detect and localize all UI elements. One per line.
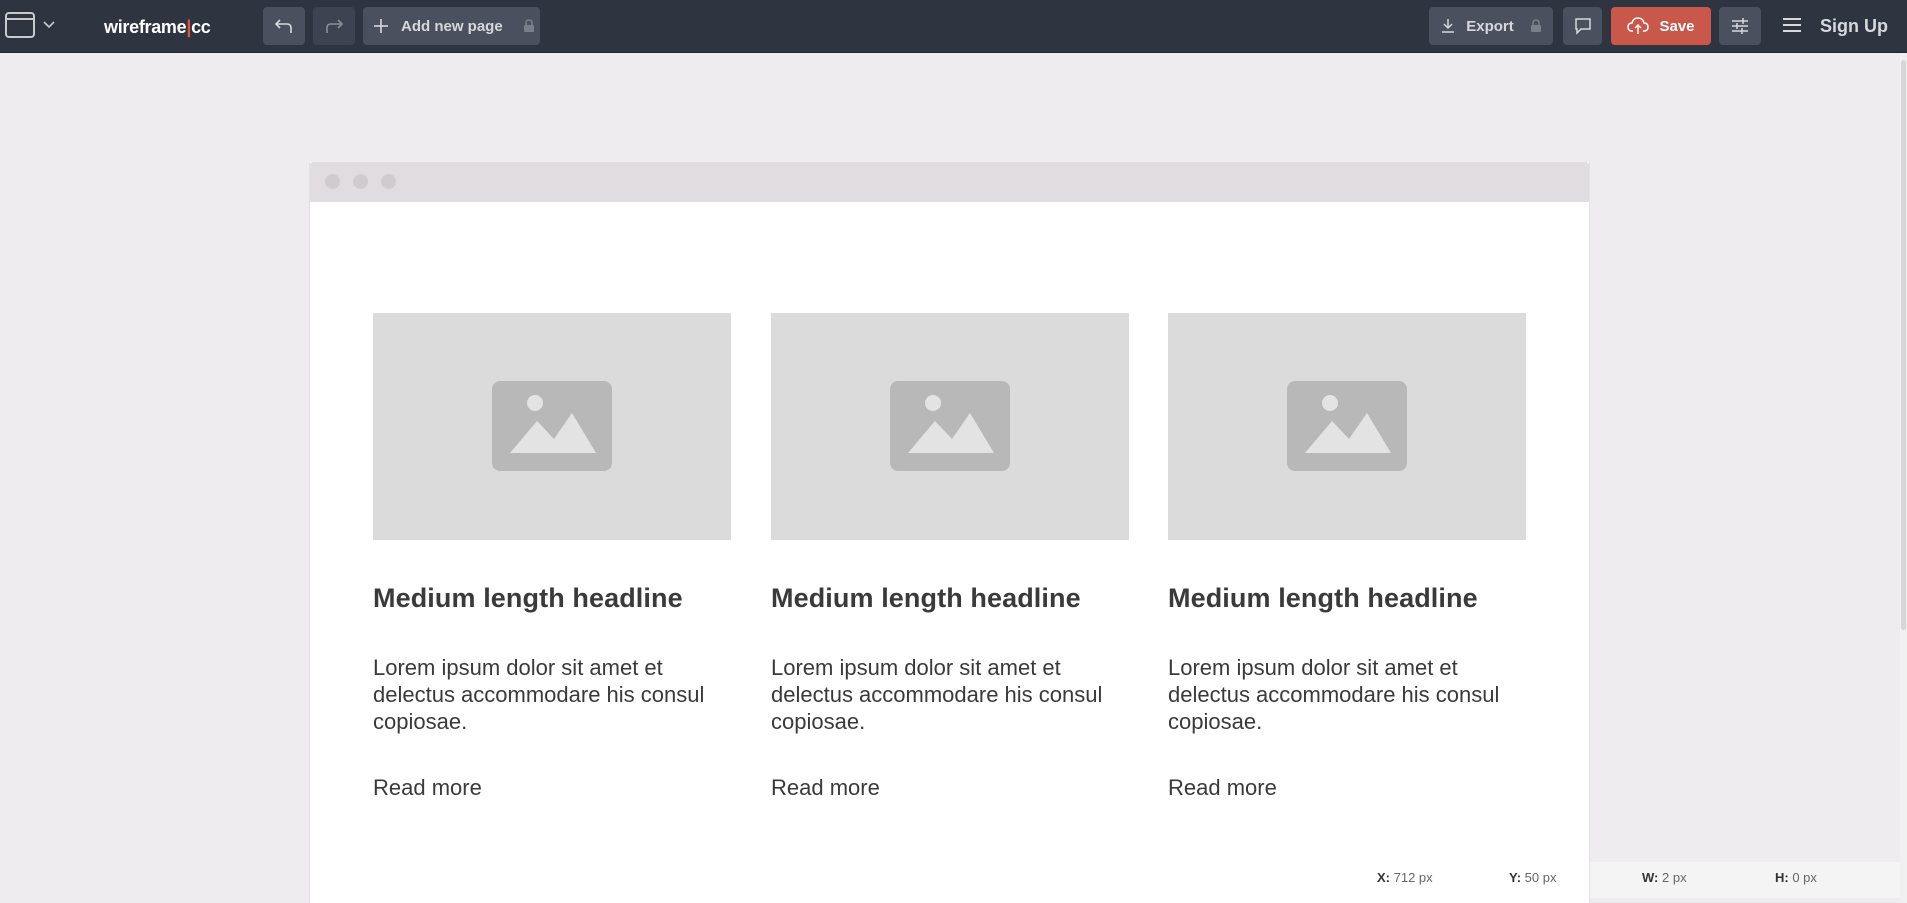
image-icon: [890, 381, 1010, 471]
status-h-value: 0 px: [1792, 870, 1817, 885]
undo-button[interactable]: [263, 7, 305, 45]
card-headline: Medium length headline: [373, 583, 683, 613]
status-x: X: 712 px: [1377, 870, 1433, 885]
app-logo: wireframe|cc: [104, 17, 211, 38]
redo-icon: [326, 19, 344, 33]
image-placeholder[interactable]: [373, 313, 731, 540]
card-body: Lorem ipsum dolor sit amet et delectus a…: [373, 655, 705, 734]
download-icon: [1442, 19, 1455, 33]
undo-icon: [274, 19, 292, 33]
image-placeholder[interactable]: [1168, 313, 1526, 540]
logo-text: wireframe: [104, 17, 187, 37]
sliders-icon: [1732, 18, 1748, 34]
logo-suffix: cc: [191, 17, 211, 37]
status-w: W: 2 px: [1642, 870, 1687, 885]
read-more-link[interactable]: Read more: [373, 775, 731, 801]
window-dot: [381, 174, 396, 189]
card-body: Lorem ipsum dolor sit amet et delectus a…: [771, 655, 1103, 734]
browser-frame[interactable]: Medium length headline Lorem ipsum dolor…: [309, 162, 1590, 903]
redo-button[interactable]: [313, 7, 355, 45]
chevron-down-icon: [43, 21, 55, 29]
save-button[interactable]: Save: [1611, 7, 1711, 45]
scrollbar-thumb[interactable]: [1901, 60, 1906, 630]
browser-frame-titlebar: [310, 162, 1589, 202]
card-headline: Medium length headline: [771, 583, 1081, 613]
card[interactable]: Medium length headline Lorem ipsum dolor…: [1168, 313, 1526, 801]
image-placeholder[interactable]: [771, 313, 1129, 540]
status-y-label: Y:: [1509, 870, 1522, 885]
settings-button[interactable]: [1719, 7, 1761, 45]
sign-up-link[interactable]: Sign Up: [1820, 16, 1888, 37]
cloud-upload-icon: [1627, 17, 1650, 34]
main-menu-button[interactable]: [1782, 16, 1802, 39]
add-new-page-button[interactable]: Add new page: [363, 7, 540, 45]
status-w-label: W:: [1642, 870, 1659, 885]
card-headline: Medium length headline: [1168, 583, 1478, 613]
status-h: H: 0 px: [1775, 870, 1817, 885]
read-more-link[interactable]: Read more: [1168, 775, 1526, 801]
card[interactable]: Medium length headline Lorem ipsum dolor…: [771, 313, 1129, 801]
save-label: Save: [1659, 17, 1695, 35]
status-y: Y: 50 px: [1509, 870, 1556, 885]
window-dot: [325, 174, 340, 189]
status-y-value: 50 px: [1524, 870, 1557, 885]
image-icon: [1287, 381, 1407, 471]
comments-button[interactable]: [1563, 7, 1602, 45]
top-toolbar: wireframe|cc Add new page Export Save Si…: [0, 0, 1907, 53]
card-body: Lorem ipsum dolor sit amet et delectus a…: [1168, 655, 1500, 734]
status-bar-background: [1590, 862, 1907, 898]
card[interactable]: Medium length headline Lorem ipsum dolor…: [373, 313, 731, 801]
add-page-label: Add new page: [401, 17, 503, 35]
hamburger-icon: [1783, 18, 1801, 32]
status-x-label: X:: [1377, 870, 1390, 885]
lock-icon: [1530, 19, 1541, 32]
read-more-link[interactable]: Read more: [771, 775, 1129, 801]
export-label: Export: [1466, 17, 1514, 35]
image-icon: [492, 381, 612, 471]
comment-icon: [1574, 18, 1591, 35]
lock-icon: [523, 19, 534, 32]
status-x-value: 712 px: [1393, 870, 1433, 885]
window-dot: [353, 174, 368, 189]
status-h-label: H:: [1775, 870, 1789, 885]
export-button[interactable]: Export: [1429, 7, 1553, 45]
window-menu[interactable]: [5, 12, 55, 38]
browser-window-icon: [5, 12, 35, 38]
status-w-value: 2 px: [1662, 870, 1687, 885]
plus-icon: [374, 19, 388, 33]
